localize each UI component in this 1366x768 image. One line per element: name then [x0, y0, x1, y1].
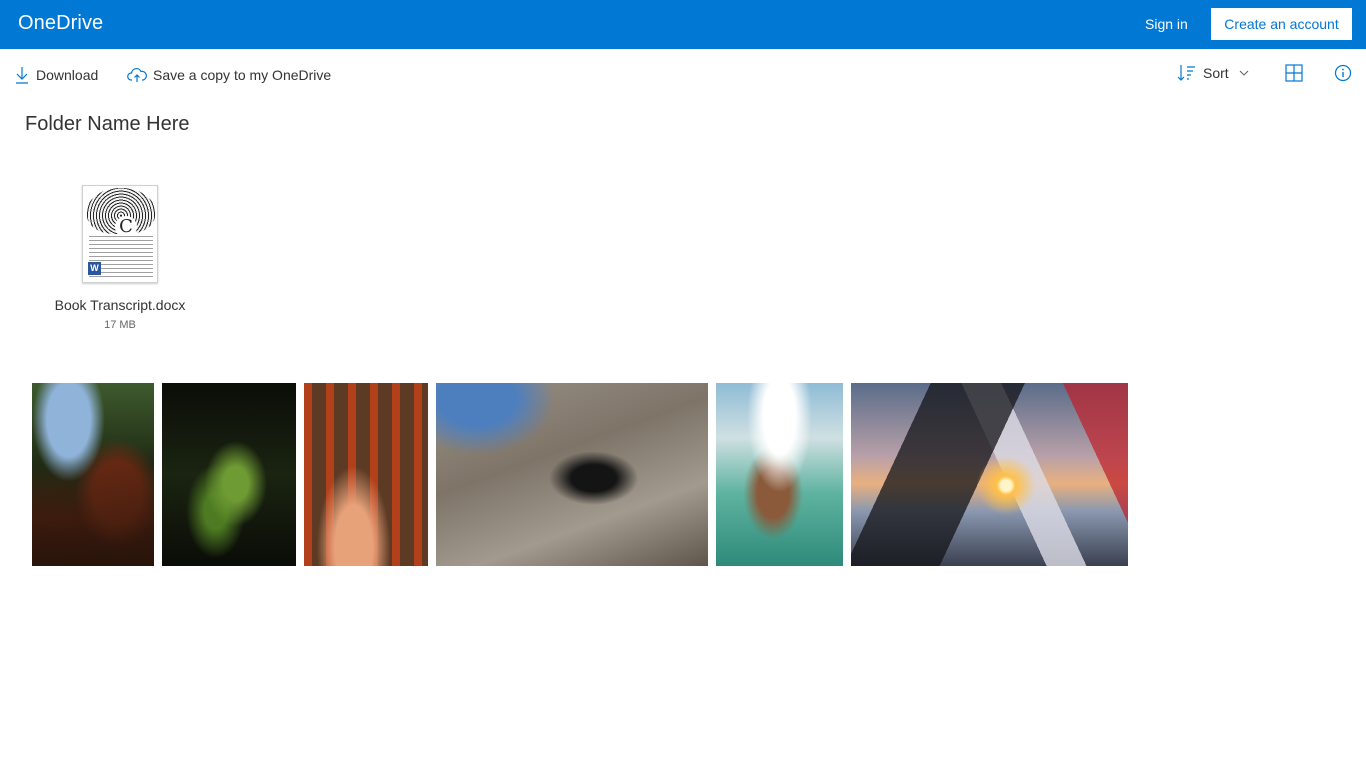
sort-icon — [1177, 65, 1195, 81]
sign-in-link[interactable]: Sign in — [1145, 16, 1188, 32]
file-size: 17 MB — [104, 319, 136, 331]
photo-thumbnail[interactable] — [32, 383, 154, 566]
drop-cap: C — [115, 216, 137, 238]
photo-thumbnail[interactable] — [716, 383, 843, 566]
info-button[interactable] — [1332, 62, 1354, 84]
sort-button[interactable]: Sort — [1177, 60, 1255, 86]
chevron-down-icon — [1239, 70, 1249, 76]
save-copy-label: Save a copy to my OneDrive — [153, 67, 332, 83]
save-copy-button[interactable]: Save a copy to my OneDrive — [127, 62, 331, 88]
grid-view-icon — [1285, 64, 1303, 82]
document-thumbnail: C W — [82, 185, 158, 283]
create-account-button[interactable]: Create an account — [1211, 8, 1352, 40]
word-icon: W — [88, 262, 101, 275]
photo-thumbnail[interactable] — [851, 383, 1128, 566]
photo-thumbnail[interactable] — [304, 383, 428, 566]
download-button[interactable]: Download — [14, 62, 98, 88]
file-name: Book Transcript.docx — [54, 297, 186, 313]
info-icon — [1334, 64, 1352, 82]
top-bar: OneDrive Sign in Create an account — [0, 0, 1366, 49]
cloud-upload-icon — [127, 68, 147, 82]
download-icon — [16, 67, 28, 84]
onedrive-logo[interactable]: OneDrive — [18, 12, 103, 35]
photo-thumbnail[interactable] — [436, 383, 708, 566]
grid-view-button[interactable] — [1283, 62, 1305, 84]
file-tile[interactable]: C W Book Transcript.docx 17 MB — [50, 180, 190, 331]
folder-title: Folder Name Here — [25, 113, 190, 135]
download-label: Download — [36, 67, 99, 83]
photo-thumbnail[interactable] — [162, 383, 296, 566]
sort-label: Sort — [1203, 65, 1229, 81]
